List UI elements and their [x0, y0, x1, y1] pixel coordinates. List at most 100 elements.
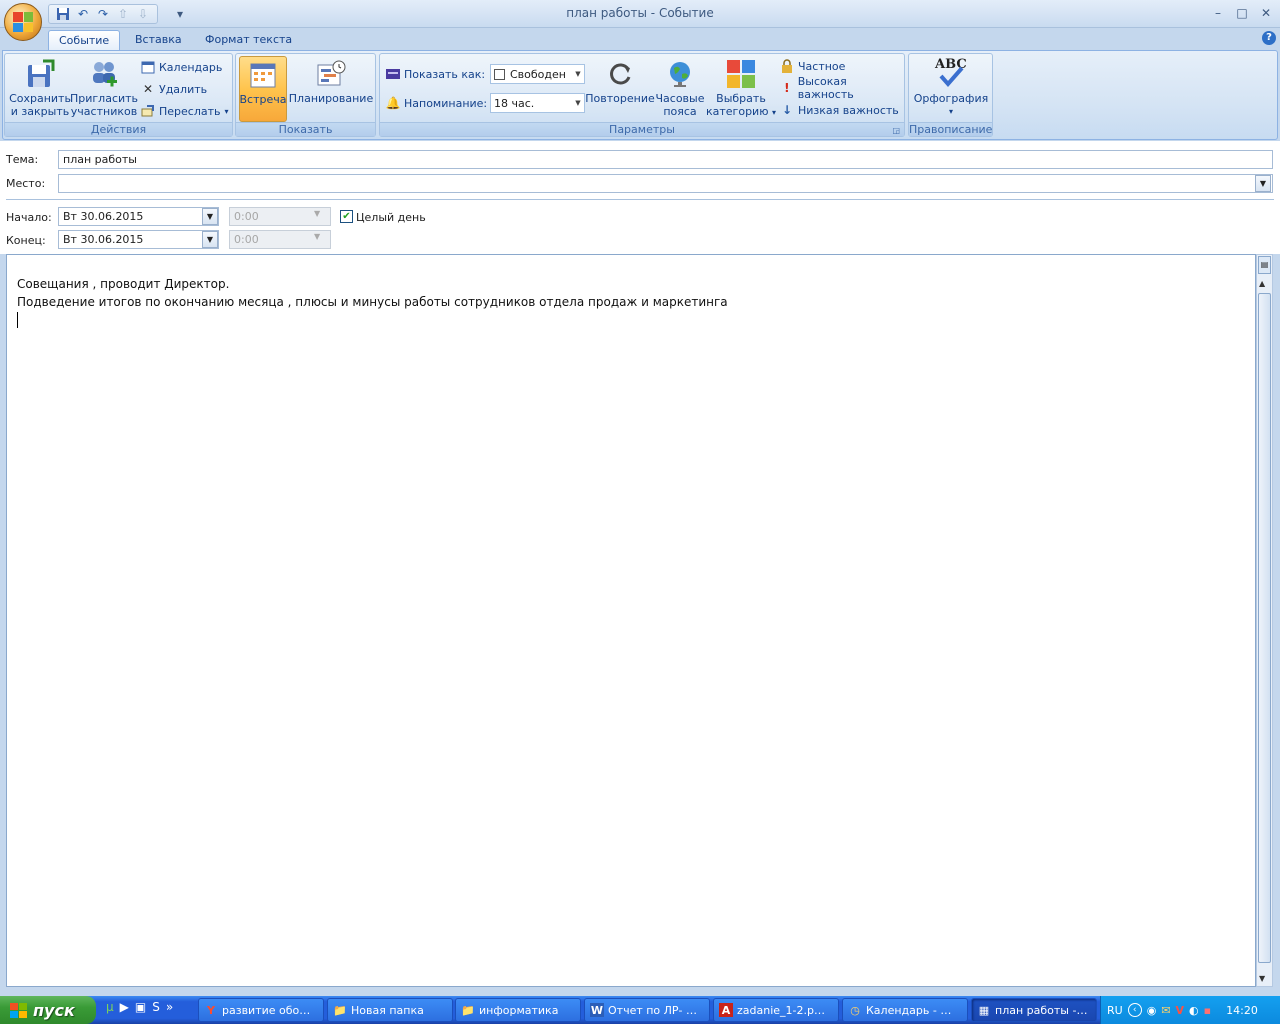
spelling-dropdown-icon: ▾: [948, 107, 953, 116]
scheduling-label: Планирование: [288, 92, 374, 105]
taskbar-item[interactable]: 📁 Новая папка: [327, 998, 453, 1022]
time-zones-label: Часовые пояса: [655, 92, 705, 118]
taskbar-item[interactable]: Yразвитие обо…: [198, 998, 324, 1022]
categories-icon: [725, 58, 757, 90]
start-date-input[interactable]: Вт 30.06.2015: [58, 207, 219, 226]
vertical-scrollbar[interactable]: ▤ ▲ ▼: [1256, 254, 1273, 987]
speaker-icon[interactable]: ◐: [1189, 1004, 1199, 1017]
help-icon[interactable]: ?: [1262, 31, 1276, 45]
antivirus-icon[interactable]: V: [1176, 1004, 1185, 1017]
categorize-dropdown-icon: ▾: [771, 108, 776, 117]
tab-insert[interactable]: Вставка: [125, 30, 192, 51]
mail-icon[interactable]: ✉: [1161, 1004, 1170, 1017]
delete-x-icon: ✕: [142, 82, 154, 96]
scroll-down-icon[interactable]: ▼: [1259, 974, 1265, 983]
network-icon[interactable]: ◉: [1147, 1004, 1157, 1017]
body-line-1: Совещания , проводит Директор.: [17, 277, 230, 291]
calendar-icon: [141, 60, 155, 74]
start-date-dropdown-icon[interactable]: ▼: [202, 208, 218, 225]
forward-dropdown-icon: ▾: [224, 106, 229, 116]
utorrent-icon[interactable]: µ: [106, 1000, 114, 1014]
skype-icon[interactable]: S: [152, 1000, 160, 1014]
group-proofing: ABC Орфография ▾ Правописание: [908, 53, 993, 137]
taskbar-item[interactable]: 📁 информатика: [455, 998, 581, 1022]
spelling-button[interactable]: ABC Орфография ▾: [912, 58, 990, 118]
forward-icon: [141, 104, 155, 118]
reminder-value: 18 час.: [494, 96, 535, 110]
forward-button[interactable]: Переслать ▾: [141, 101, 229, 121]
taskbar-item-active[interactable]: ▦ план работы -…: [971, 998, 1097, 1022]
invite-attendees-button[interactable]: Пригласить участников: [69, 58, 139, 118]
system-tray: RU ‹ ◉ ✉ V ◐ ▪ 14:20: [1100, 996, 1280, 1024]
globe-icon: [664, 58, 696, 90]
chevron-down-icon: ▼: [575, 70, 581, 78]
tab-format-text[interactable]: Формат текста: [195, 30, 302, 51]
recurrence-label: Повторение: [585, 92, 655, 105]
word-icon: W: [590, 1003, 604, 1017]
scroll-up-icon[interactable]: ▲: [1259, 279, 1265, 288]
reminder-select[interactable]: 18 час. ▼: [490, 93, 585, 113]
location-input[interactable]: [58, 174, 1273, 193]
yandex-icon: Y: [207, 1003, 215, 1017]
minimize-button[interactable]: –: [1207, 5, 1229, 21]
close-button[interactable]: ✕: [1255, 5, 1277, 21]
maximize-button[interactable]: □: [1231, 5, 1253, 21]
all-day-checkbox[interactable]: ✔: [340, 210, 353, 223]
high-importance-label: Высокая важность: [797, 75, 854, 101]
end-date-dropdown-icon[interactable]: ▼: [202, 231, 218, 248]
office-button[interactable]: [4, 3, 42, 41]
recurrence-button[interactable]: Повторение: [585, 58, 655, 105]
categorize-button[interactable]: Выбрать категорию ▾: [706, 58, 776, 119]
categorize-text: Выбрать категорию: [706, 92, 769, 118]
location-dropdown-icon[interactable]: ▼: [1255, 175, 1271, 192]
calendar-button[interactable]: Календарь: [141, 57, 222, 77]
subject-label: Тема:: [6, 153, 39, 166]
dialog-launcher-icon[interactable]: ◲: [892, 126, 900, 135]
tray-expand-icon[interactable]: ‹: [1127, 1003, 1142, 1017]
language-indicator[interactable]: RU: [1107, 1004, 1123, 1017]
invite-attendees-label: Пригласить участников: [69, 92, 139, 118]
calendar-label: Календарь: [159, 60, 223, 74]
taskbar-item-label: развитие обо…: [222, 1003, 311, 1017]
scroll-thumb[interactable]: [1258, 293, 1271, 963]
bell-icon: 🔔: [385, 96, 401, 110]
save-and-close-button[interactable]: Сохранить и закрыть: [9, 58, 71, 118]
time-zones-button[interactable]: Часовые пояса: [654, 58, 706, 118]
safely-remove-icon[interactable]: ▪: [1204, 1004, 1211, 1017]
private-button[interactable]: Частное: [780, 56, 845, 76]
scheduling-button[interactable]: Планирование: [288, 58, 374, 105]
subject-input[interactable]: план работы: [58, 150, 1273, 169]
group-show-label: Показать: [236, 122, 375, 136]
calendar-icon: ◷: [850, 1003, 860, 1017]
delete-button[interactable]: ✕ Удалить: [141, 79, 207, 99]
group-actions: Сохранить и закрыть Пригласить участнико…: [4, 53, 233, 137]
desktop-icon[interactable]: ▣: [135, 1000, 146, 1014]
taskbar-item-label: Новая папка: [351, 1003, 424, 1017]
taskbar-item-label: Отчет по ЛР- …: [608, 1003, 698, 1017]
ribbon-tabs: [0, 28, 1280, 50]
show-as-icon: [386, 67, 400, 81]
taskbar-item[interactable]: W Отчет по ЛР- …: [584, 998, 710, 1022]
notes-body[interactable]: Совещания , проводит Директор. Подведени…: [6, 254, 1256, 987]
divider: [6, 199, 1274, 200]
categorize-label: Выбрать категорию ▾: [706, 92, 776, 119]
show-as-select[interactable]: Свободен ▼: [490, 64, 585, 84]
tab-event[interactable]: Событие: [48, 30, 121, 51]
start-button[interactable]: пуск: [0, 996, 96, 1024]
taskbar-item-label: план работы -…: [995, 1003, 1088, 1017]
window-title: план работы - Событие: [566, 6, 714, 20]
taskbar-item[interactable]: Azadanie_1-2.p…: [713, 998, 839, 1022]
start-label: пуск: [33, 1000, 75, 1020]
body-line-2: Подведение итогов по окончанию месяца , …: [17, 295, 728, 309]
taskbar-item[interactable]: ◷ Календарь - …: [842, 998, 968, 1022]
delete-label: Удалить: [159, 82, 208, 96]
group-options-label: Параметры: [380, 122, 904, 136]
media-player-icon[interactable]: ▶: [120, 1000, 129, 1014]
appointment-button[interactable]: Встреча: [239, 56, 287, 122]
high-importance-button[interactable]: ! Высокая важность: [780, 75, 904, 101]
ruler-toggle-icon[interactable]: ▤: [1258, 256, 1271, 274]
end-date-input[interactable]: Вт 30.06.2015: [58, 230, 219, 249]
folder-icon: 📁: [461, 1003, 475, 1017]
quick-launch-more-icon[interactable]: »: [166, 1000, 173, 1014]
low-importance-button[interactable]: ↓ Низкая важность: [780, 100, 899, 120]
